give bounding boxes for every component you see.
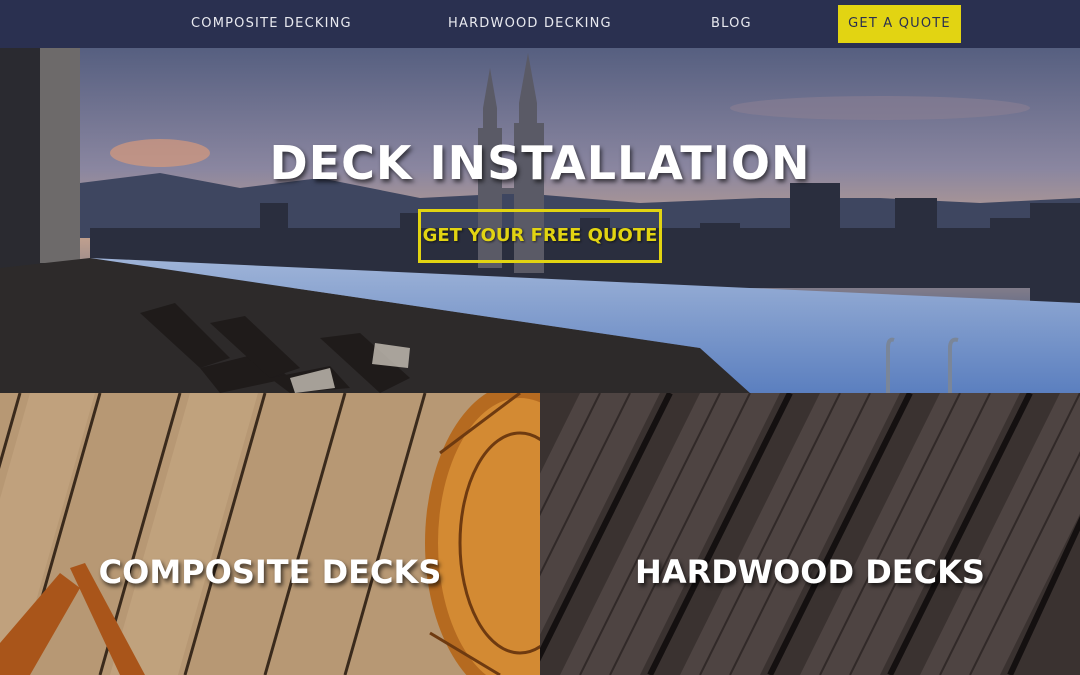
composite-decks-tile[interactable]: COMPOSITE DECKS xyxy=(0,393,540,675)
hero-title: DECK INSTALLATION xyxy=(269,136,811,190)
hardwood-decks-tile[interactable]: HARDWOOD DECKS xyxy=(540,393,1080,675)
top-navigation: COMPOSITE DECKING HARDWOOD DECKING BLOG … xyxy=(0,0,1080,48)
composite-decks-title: COMPOSITE DECKS xyxy=(98,553,442,591)
hardwood-deck-image xyxy=(540,393,1080,675)
nav-link-blog[interactable]: BLOG xyxy=(711,0,752,48)
hero-banner: DECK INSTALLATION GET YOUR FREE QUOTE xyxy=(0,48,1080,393)
hardwood-decks-title: HARDWOOD DECKS xyxy=(635,553,985,591)
get-a-quote-button[interactable]: GET A QUOTE xyxy=(838,5,961,43)
free-quote-button[interactable]: GET YOUR FREE QUOTE xyxy=(418,209,662,263)
nav-link-composite-decking[interactable]: COMPOSITE DECKING xyxy=(191,0,352,48)
composite-deck-image xyxy=(0,393,540,675)
nav-link-hardwood-decking[interactable]: HARDWOOD DECKING xyxy=(448,0,612,48)
